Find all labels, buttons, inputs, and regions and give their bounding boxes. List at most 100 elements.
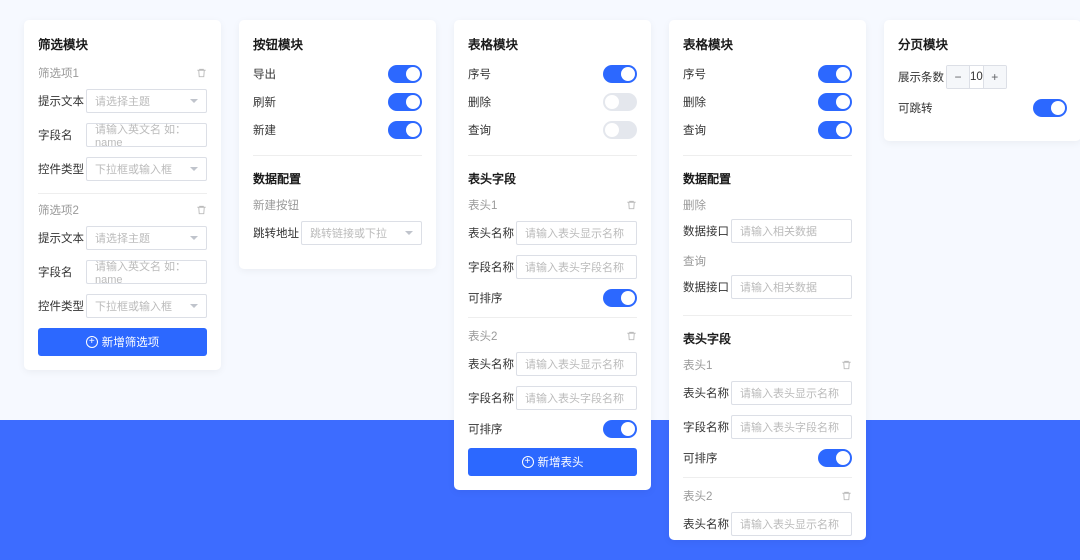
toggle-label: 序号 bbox=[683, 66, 706, 82]
head-name-input[interactable]: 请输入表头显示名称 bbox=[731, 512, 852, 536]
create-toggle[interactable] bbox=[388, 121, 422, 139]
form-row: 数据接口 请输入相关数据 bbox=[683, 219, 852, 243]
data-api-input[interactable]: 请输入相关数据 bbox=[731, 219, 852, 243]
stepper-plus-button[interactable]: + bbox=[984, 66, 1006, 88]
count-label: 展示条数 bbox=[898, 69, 946, 85]
form-row: 字段名称 请输入表头字段名称 bbox=[468, 386, 637, 410]
refresh-toggle[interactable] bbox=[388, 93, 422, 111]
sortable-toggle[interactable] bbox=[603, 289, 637, 307]
sortable-toggle[interactable] bbox=[818, 449, 852, 467]
count-stepper[interactable]: − 10 + bbox=[946, 65, 1007, 89]
head-field-input[interactable]: 请输入表头字段名称 bbox=[516, 386, 637, 410]
header-fields-title: 表头字段 bbox=[468, 155, 637, 187]
toggle-row: 新建 bbox=[253, 121, 422, 139]
add-filter-label: 新增筛选项 bbox=[102, 334, 160, 350]
toggle-row: 刷新 bbox=[253, 93, 422, 111]
jumpable-label: 可跳转 bbox=[898, 100, 933, 116]
index-toggle[interactable] bbox=[603, 65, 637, 83]
toggle-row: 查询 bbox=[683, 121, 852, 139]
toggle-row: 删除 bbox=[683, 93, 852, 111]
toggle-label: 查询 bbox=[683, 122, 706, 138]
control-select[interactable]: 下拉框或输入框 bbox=[86, 294, 207, 318]
query-toggle[interactable] bbox=[818, 121, 852, 139]
add-header-label: 新增表头 bbox=[538, 454, 584, 470]
form-row: 字段名称 请输入表头字段名称 bbox=[468, 255, 637, 279]
filter-item-header: 筛选项2 bbox=[38, 202, 207, 218]
jumpable-toggle[interactable] bbox=[1033, 99, 1067, 117]
form-row: 跳转地址 跳转链接或下拉 bbox=[253, 221, 422, 245]
form-row: 控件类型 下拉框或输入框 bbox=[38, 294, 207, 318]
delete-toggle[interactable] bbox=[603, 93, 637, 111]
query-toggle[interactable] bbox=[603, 121, 637, 139]
toggle-row: 可排序 bbox=[683, 449, 852, 467]
hint-label: 提示文本 bbox=[38, 230, 86, 246]
head-group-label: 表头2 bbox=[683, 488, 712, 504]
form-row: 提示文本 请选择主题 bbox=[38, 89, 207, 113]
toggle-row: 删除 bbox=[468, 93, 637, 111]
head-name-input[interactable]: 请输入表头显示名称 bbox=[516, 352, 637, 376]
head-field-input[interactable]: 请输入表头字段名称 bbox=[516, 255, 637, 279]
export-toggle[interactable] bbox=[388, 65, 422, 83]
control-label: 控件类型 bbox=[38, 161, 86, 177]
table-module-panel-1: 表格模块 序号 删除 查询 表头字段 表头1 表头名称 请输入表头显示名称 字段… bbox=[454, 20, 651, 490]
sortable-toggle[interactable] bbox=[603, 420, 637, 438]
header-fields-title: 表头字段 bbox=[683, 315, 852, 347]
delete-icon[interactable] bbox=[196, 67, 207, 79]
data-config-title: 数据配置 bbox=[253, 155, 422, 187]
delete-icon[interactable] bbox=[196, 204, 207, 216]
filter-item-label: 筛选项2 bbox=[38, 202, 79, 218]
toggle-label: 删除 bbox=[468, 94, 491, 110]
panel-title: 筛选模块 bbox=[38, 34, 207, 53]
head-name-input[interactable]: 请输入表头显示名称 bbox=[731, 381, 852, 405]
stepper-minus-button[interactable]: − bbox=[947, 66, 969, 88]
toggle-row: 可排序 bbox=[468, 289, 637, 307]
data-group-label: 删除 bbox=[683, 197, 852, 213]
toggle-row: 可跳转 bbox=[898, 99, 1067, 117]
toggle-row: 序号 bbox=[683, 65, 852, 83]
hint-select[interactable]: 请选择主题 bbox=[86, 89, 207, 113]
form-row: 数据接口 请输入相关数据 bbox=[683, 275, 852, 299]
head-field-input[interactable]: 请输入表头字段名称 bbox=[731, 415, 852, 439]
pagination-module-panel: 分页模块 展示条数 − 10 + 可跳转 bbox=[884, 20, 1080, 141]
head-name-label: 表头名称 bbox=[468, 356, 516, 372]
head-field-label: 字段名称 bbox=[468, 259, 516, 275]
head-group-header: 表头1 bbox=[468, 197, 637, 213]
delete-icon[interactable] bbox=[626, 199, 637, 211]
delete-toggle[interactable] bbox=[818, 93, 852, 111]
field-input[interactable]: 请输入英文名 如：name bbox=[86, 123, 207, 147]
head-name-label: 表头名称 bbox=[683, 516, 731, 532]
field-label: 字段名 bbox=[38, 127, 86, 143]
form-row: 表头名称 请输入表头显示名称 bbox=[468, 352, 637, 376]
data-api-input[interactable]: 请输入相关数据 bbox=[731, 275, 852, 299]
head-name-input[interactable]: 请输入表头显示名称 bbox=[516, 221, 637, 245]
toggle-label: 刷新 bbox=[253, 94, 276, 110]
delete-icon[interactable] bbox=[841, 359, 852, 371]
head-name-label: 表头名称 bbox=[683, 385, 731, 401]
button-module-panel: 按钮模块 导出 刷新 新建 数据配置 新建按钮 跳转地址 跳转链接或下拉 bbox=[239, 20, 436, 269]
toggle-row: 查询 bbox=[468, 121, 637, 139]
add-header-button[interactable]: + 新增表头 bbox=[468, 448, 637, 476]
delete-icon[interactable] bbox=[626, 330, 637, 342]
panel-title: 表格模块 bbox=[468, 34, 637, 53]
delete-icon[interactable] bbox=[841, 490, 852, 502]
toggle-label: 查询 bbox=[468, 122, 491, 138]
head-group-label: 表头1 bbox=[468, 197, 497, 213]
toggle-label: 删除 bbox=[683, 94, 706, 110]
data-config-title: 数据配置 bbox=[683, 155, 852, 187]
panel-title: 按钮模块 bbox=[253, 34, 422, 53]
toggle-row: 序号 bbox=[468, 65, 637, 83]
jump-select[interactable]: 跳转链接或下拉 bbox=[301, 221, 422, 245]
index-toggle[interactable] bbox=[818, 65, 852, 83]
form-row: 表头名称 请输入表头显示名称 bbox=[683, 512, 852, 536]
data-api-label: 数据接口 bbox=[683, 223, 731, 239]
control-select[interactable]: 下拉框或输入框 bbox=[86, 157, 207, 181]
head-group-header: 表头2 bbox=[683, 477, 852, 504]
hint-select[interactable]: 请选择主题 bbox=[86, 226, 207, 250]
hint-label: 提示文本 bbox=[38, 93, 86, 109]
add-filter-button[interactable]: + 新增筛选项 bbox=[38, 328, 207, 356]
table-module-panel-2: 表格模块 序号 删除 查询 数据配置 删除 数据接口 请输入相关数据 查询 数据… bbox=[669, 20, 866, 540]
filter-item-label: 筛选项1 bbox=[38, 65, 79, 81]
field-input[interactable]: 请输入英文名 如：name bbox=[86, 260, 207, 284]
plus-icon: + bbox=[522, 456, 534, 468]
toggle-row: 可排序 bbox=[468, 420, 637, 438]
